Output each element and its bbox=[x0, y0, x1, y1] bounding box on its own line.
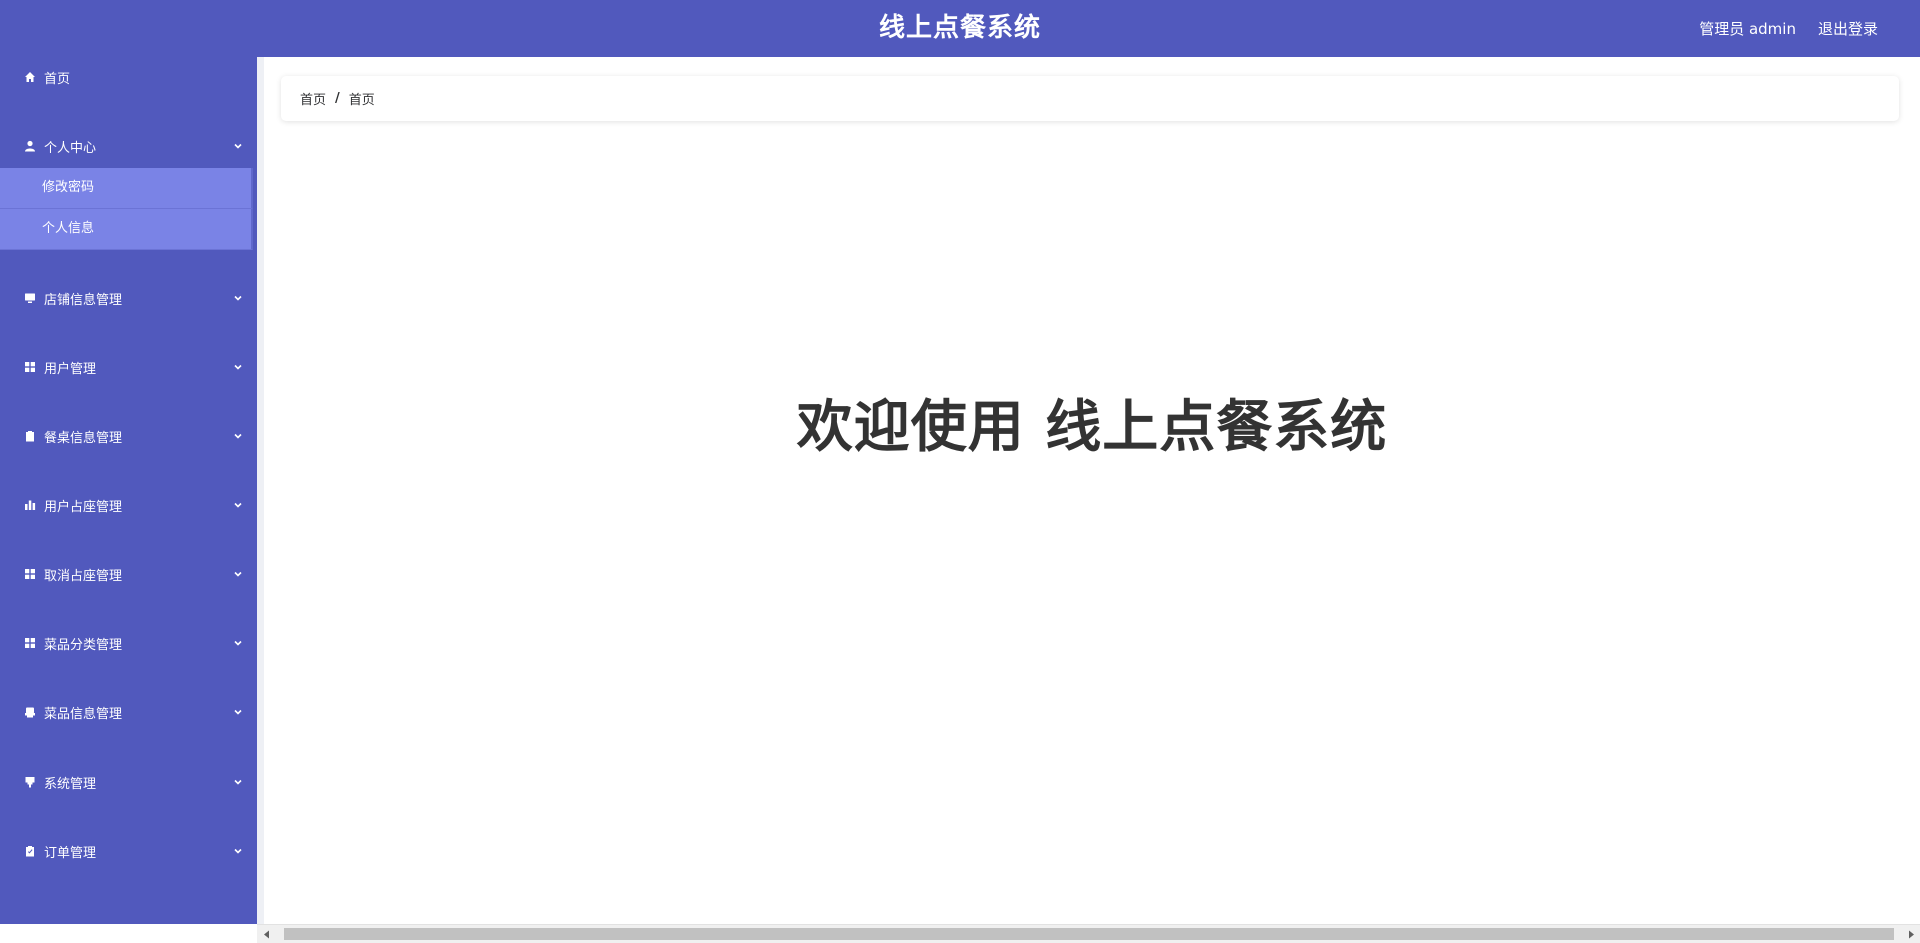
grid-icon bbox=[23, 568, 36, 581]
breadcrumb-item-current: 首页 bbox=[348, 93, 375, 108]
sidebar-item-label: 菜品分类管理 bbox=[44, 637, 123, 653]
sidebar-item-home[interactable]: 首页 bbox=[0, 57, 257, 97]
sidebar-item-cancel-reservation[interactable]: 取消占座管理 bbox=[0, 554, 257, 594]
sidebar-item-system-management[interactable]: 系统管理 bbox=[0, 762, 257, 802]
bar-chart-icon bbox=[23, 499, 36, 512]
sidebar-item-label: 店铺信息管理 bbox=[44, 292, 123, 308]
sidebar-item-table-info[interactable]: 餐桌信息管理 bbox=[0, 416, 257, 456]
sidebar-item-seat-reservation[interactable]: 用户占座管理 bbox=[0, 485, 257, 525]
sidebar-item-store-info[interactable]: 店铺信息管理 bbox=[0, 278, 257, 318]
grid-icon bbox=[23, 637, 36, 650]
chevron-down-icon bbox=[233, 638, 243, 648]
bottom-left-blank bbox=[0, 924, 257, 942]
logout-button[interactable]: 退出登录 bbox=[1818, 18, 1878, 39]
sidebar-item-order-management[interactable]: 订单管理 bbox=[0, 831, 257, 871]
breadcrumb: 首页 / 首页 bbox=[281, 76, 1899, 121]
top-header: 线上点餐系统 管理员 admin 退出登录 bbox=[0, 0, 1920, 57]
sidebar-item-label: 订单管理 bbox=[44, 845, 97, 861]
sidebar-item-label: 首页 bbox=[44, 71, 71, 87]
submenu-personal-center: 修改密码 个人信息 bbox=[0, 168, 253, 250]
sidebar-item-user-management[interactable]: 用户管理 bbox=[0, 347, 257, 387]
sidebar-item-label: 系统管理 bbox=[44, 776, 97, 792]
chevron-down-icon bbox=[233, 431, 243, 441]
scroll-left-arrow-icon[interactable] bbox=[257, 925, 275, 943]
sidebar-item-label: 用户管理 bbox=[44, 361, 97, 377]
chevron-down-icon bbox=[233, 500, 243, 510]
chevron-down-icon bbox=[233, 141, 243, 151]
grid-icon bbox=[23, 361, 36, 374]
header-actions: 管理员 admin 退出登录 bbox=[1699, 0, 1878, 57]
sidebar-item-label: 个人中心 bbox=[44, 140, 97, 156]
chevron-down-icon bbox=[233, 569, 243, 579]
sidebar-menu: 首页 个人中心 修改密码 个人信息 店铺信息管理 用户管理 餐桌信息管理 用户占… bbox=[0, 57, 257, 924]
chevron-down-icon bbox=[233, 846, 243, 856]
content-gutter bbox=[257, 57, 264, 924]
monitor-icon bbox=[23, 292, 36, 305]
home-icon bbox=[23, 71, 36, 84]
sidebar-item-label: 菜品信息管理 bbox=[44, 706, 123, 722]
chevron-down-icon bbox=[233, 777, 243, 787]
user-icon bbox=[23, 140, 36, 153]
clipboard-check-icon bbox=[23, 845, 36, 858]
scroll-right-arrow-icon[interactable] bbox=[1902, 925, 1920, 943]
breadcrumb-item-home[interactable]: 首页 bbox=[300, 89, 326, 108]
chevron-down-icon bbox=[233, 293, 243, 303]
sidebar-item-label: 用户占座管理 bbox=[44, 499, 123, 515]
app-title: 线上点餐系统 bbox=[878, 13, 1041, 43]
sidebar-item-label: 取消占座管理 bbox=[44, 568, 123, 584]
sidebar-item-personal-center[interactable]: 个人中心 bbox=[0, 126, 257, 166]
breadcrumb-separator: / bbox=[335, 91, 340, 106]
sidebar-item-dish-info[interactable]: 菜品信息管理 bbox=[0, 692, 257, 732]
sidebar-item-label: 餐桌信息管理 bbox=[44, 430, 123, 446]
printer-icon bbox=[23, 706, 36, 719]
chevron-down-icon bbox=[233, 707, 243, 717]
admin-user-label[interactable]: 管理员 admin bbox=[1699, 18, 1796, 39]
submenu-item-change-password[interactable]: 修改密码 bbox=[0, 168, 253, 209]
sidebar-item-dish-category[interactable]: 菜品分类管理 bbox=[0, 623, 257, 663]
scrollbar-thumb[interactable] bbox=[284, 928, 1894, 940]
chevron-down-icon bbox=[233, 362, 243, 372]
pin-icon bbox=[23, 776, 36, 789]
submenu-item-personal-info[interactable]: 个人信息 bbox=[0, 209, 253, 250]
main-content: 首页 / 首页 欢迎使用 线上点餐系统 bbox=[264, 57, 1920, 924]
horizontal-scrollbar[interactable] bbox=[257, 924, 1920, 943]
clipboard-icon bbox=[23, 430, 36, 443]
welcome-heading: 欢迎使用 线上点餐系统 bbox=[796, 395, 1388, 460]
